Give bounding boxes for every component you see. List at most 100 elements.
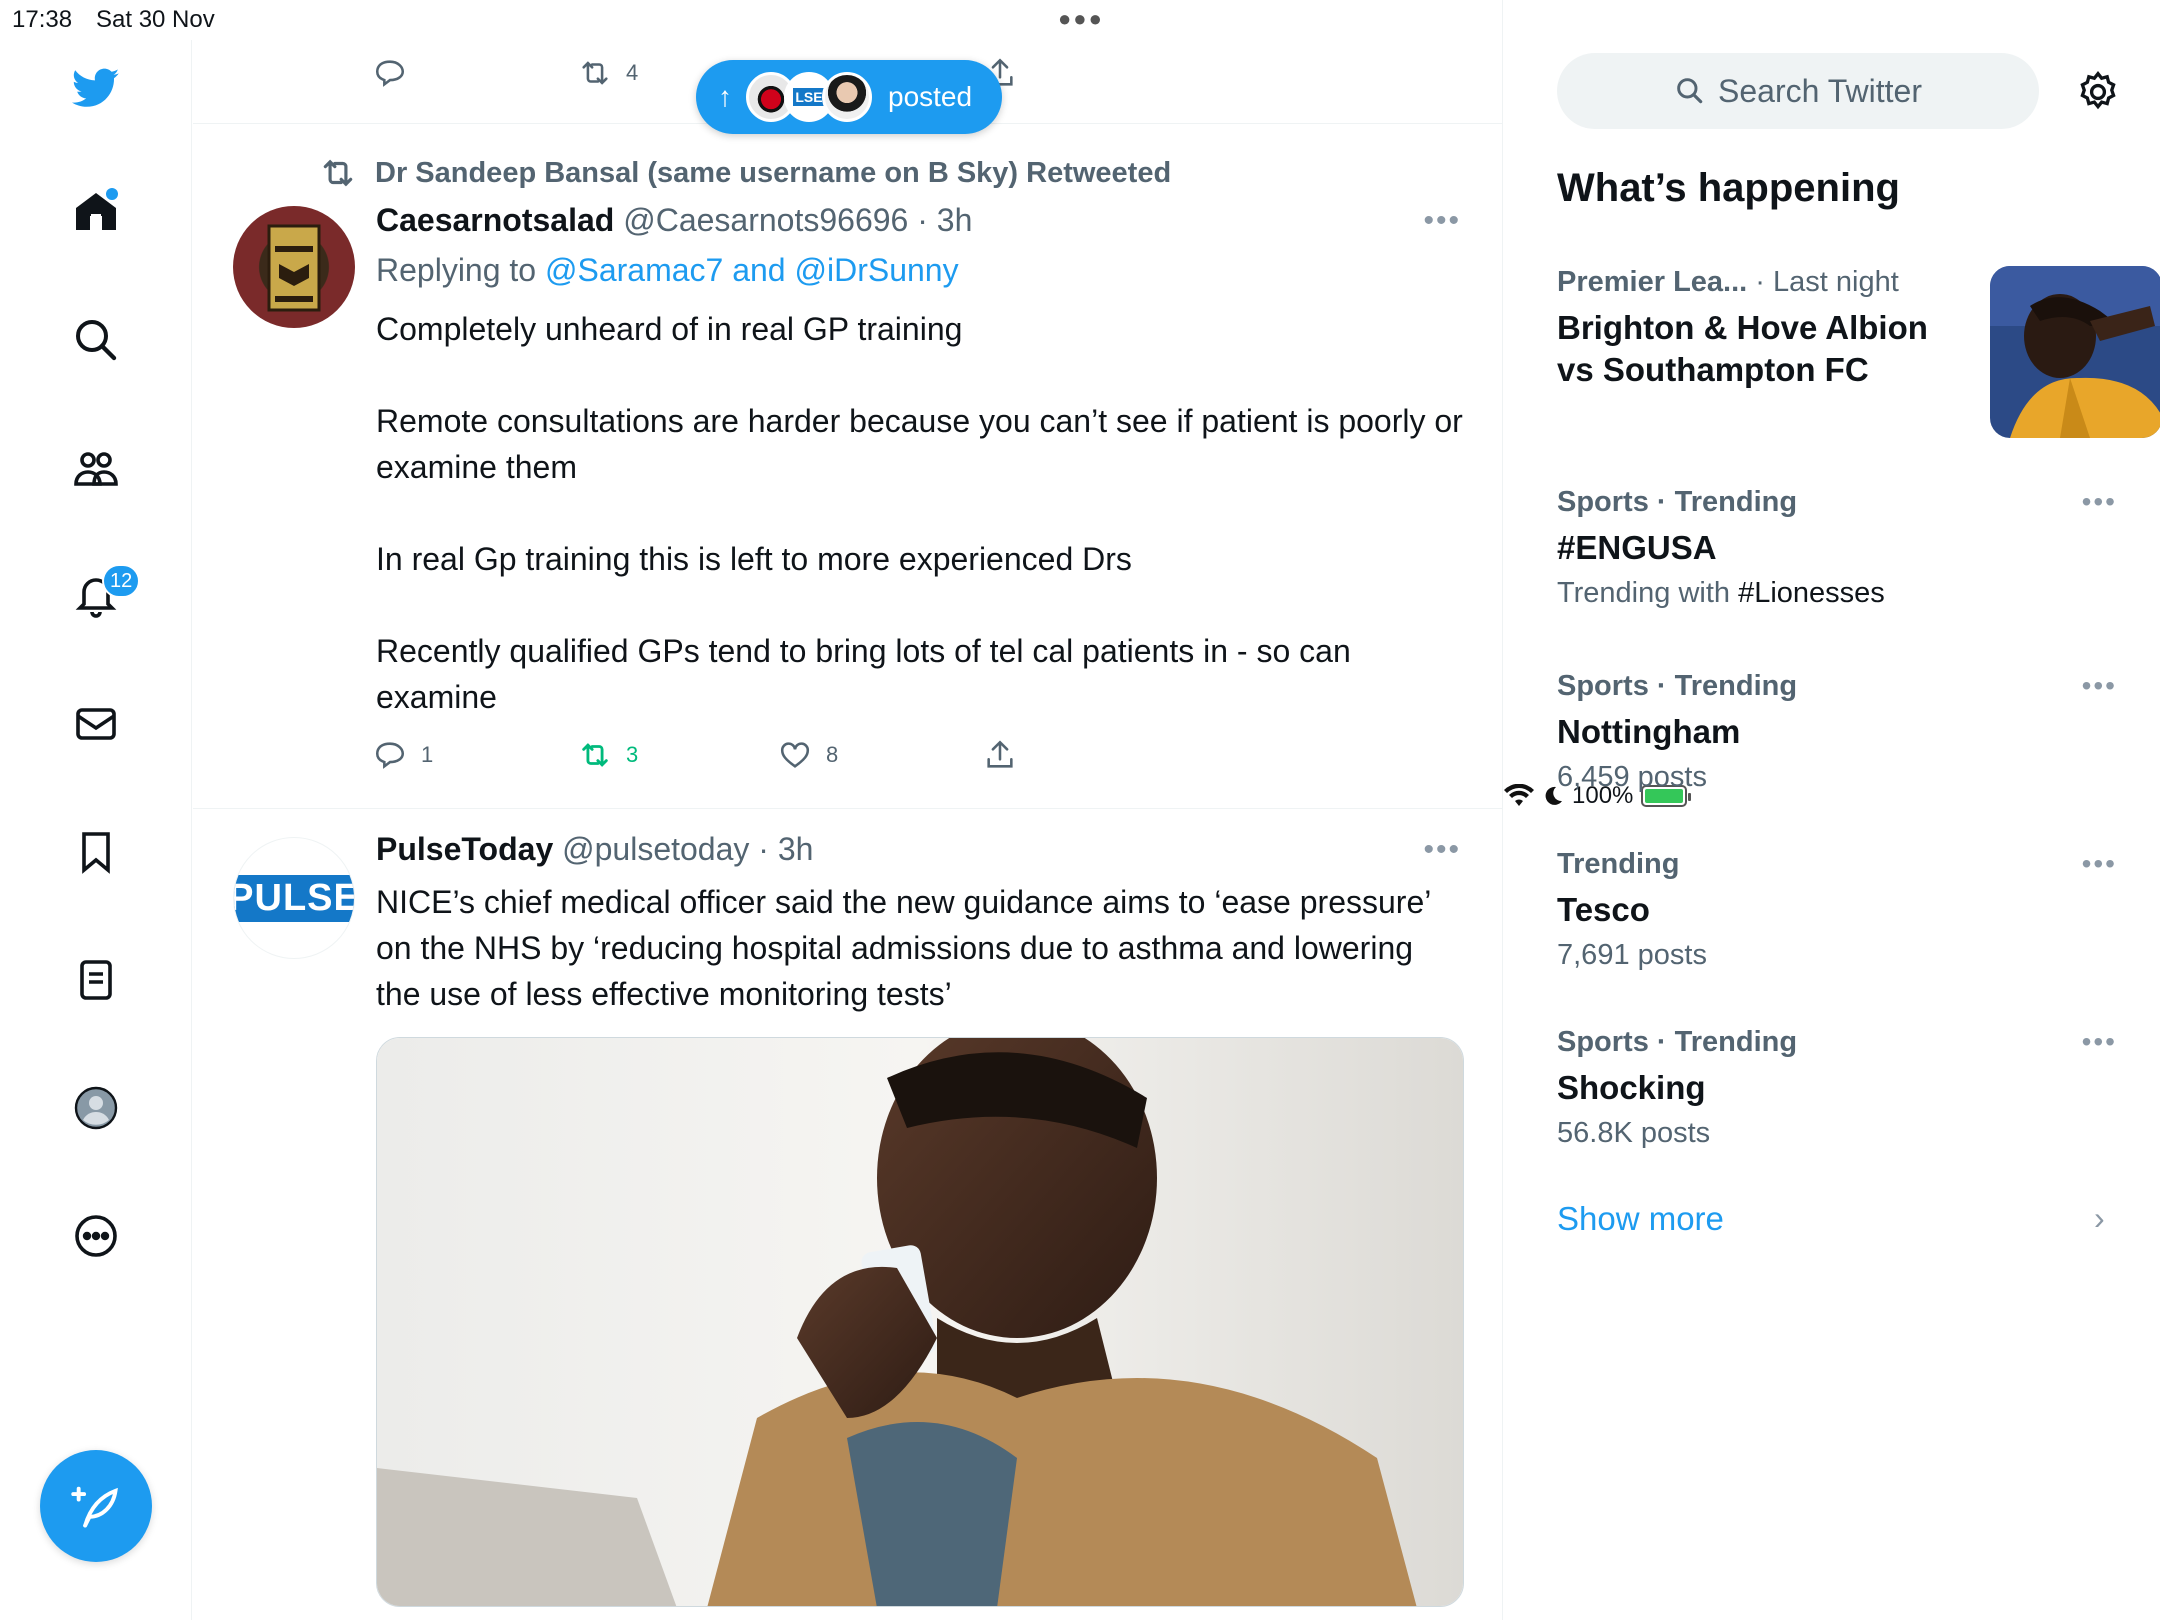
trend-category: Sports · Trending [1557,1026,1798,1058]
trend-time: · Last night [1755,266,1899,298]
reply-icon [375,742,405,769]
pulsetoday-avatar[interactable]: PULSE [233,837,355,959]
profile-avatar-icon[interactable] [60,1072,132,1144]
reply-icon [375,60,405,87]
trend-item[interactable]: Sports · Trending Nottingham 6,459 posts… [1557,670,2117,794]
replying-prefix: Replying to [376,252,545,288]
messages-icon[interactable] [60,688,132,760]
trend-sub: Trending with #Lionesses [1557,577,2117,610]
trend-more-icon[interactable]: ••• [2082,1026,2117,1058]
trend-meta: Sports · Trending [1557,486,2117,519]
notifications-badge: 12 [102,564,141,598]
lists-icon[interactable] [60,944,132,1016]
chevron-right-icon[interactable]: › [2094,1200,2105,1237]
trend-title: #ENGUSA [1557,529,1717,566]
tweet-media-image[interactable] [376,1037,1464,1607]
retweet-button[interactable]: 3 [578,738,638,772]
tweet-body: NICE’s chief medical officer said the ne… [376,884,1431,1012]
share-button[interactable] [983,738,1017,772]
twitter-logo-icon[interactable] [60,52,132,124]
tweet-header: PulseToday @pulsetoday · 3h [376,831,813,868]
share-icon [987,740,1013,768]
retweet-count: 4 [626,60,639,85]
trend-title: Shocking [1557,1069,1706,1106]
replying-to: Replying to @Saramac7 and @iDrSunny [376,252,959,289]
trend-item[interactable]: Premier Lea... · Last night Brighton & H… [1557,266,2160,438]
retweet-icon [582,61,608,85]
retweet-icon [582,743,608,767]
trend-title: Brighton & Hove Albion vs Southampton FC [1557,309,1928,388]
compose-feather-icon [71,1486,118,1528]
search-icon[interactable] [60,304,132,376]
tweet-paragraph: In real Gp training this is left to more… [376,541,1132,577]
notifications-icon[interactable]: 12 [60,560,141,632]
retweet-count: 3 [626,742,639,767]
tweet-paragraph: Recently qualified GPs tend to bring lot… [376,633,1351,715]
trend-thumbnail[interactable] [1990,266,2160,438]
author-handle-time[interactable]: @pulsetoday · 3h [562,831,813,867]
compose-tweet-button[interactable] [40,1450,152,1562]
trend-category: Premier Lea... [1557,266,1748,298]
trend-title: Nottingham [1557,713,1741,750]
search-placeholder: Search Twitter [1718,72,1922,109]
posted-label: posted [888,81,973,112]
show-more-link[interactable]: Show more [1557,1200,1724,1238]
trend-item[interactable]: Trending Tesco 7,691 posts ••• [1557,848,2117,972]
trend-sub-prefix: Trending with [1557,577,1739,609]
trend-more-icon[interactable]: ••• [2082,670,2117,702]
home-icon[interactable] [60,176,132,248]
tweet-header: Caesarnotsalad @Caesarnots96696 · 3h [376,202,972,239]
like-button[interactable]: 8 [778,738,838,772]
trend-meta: Trending [1557,848,2117,881]
trend-sub-hashtag[interactable]: #Lionesses [1738,577,1885,609]
author-handle-time[interactable]: @Caesarnots96696 · 3h [623,202,972,238]
arrow-up-icon: ↑ [718,81,732,112]
timeline: 4 ↑ LSE posted Dr Sandeep Bansal (same u… [193,0,1503,1620]
trend-sub: 7,691 posts [1557,939,1707,971]
reply-button[interactable]: 1 [373,738,433,772]
retweeted-by-line: Dr Sandeep Bansal (same username on B Sk… [319,154,1171,192]
new-posts-pill[interactable]: ↑ LSE posted [696,60,1002,134]
reply-count: 1 [421,742,434,767]
retweet-small-icon [323,159,353,187]
right-sidebar: Search Twitter What’s happening Premier … [1504,40,2160,1620]
trend-category: Trending [1557,848,1680,880]
bookmarks-icon[interactable] [60,816,132,888]
trend-sub: 56.8K posts [1557,1117,1711,1149]
trend-meta: Sports · Trending [1557,670,2117,703]
tweet-paragraph: Completely unheard of in real GP trainin… [376,311,963,347]
trend-more-icon[interactable]: ••• [2082,848,2117,880]
left-sidebar: 12 [0,40,192,1620]
search-icon [1677,78,1703,104]
pill-avatar-3 [822,72,872,122]
settings-gear-icon[interactable] [2076,70,2120,114]
replying-to-links[interactable]: @Saramac7 and @iDrSunny [545,252,959,288]
trend-title: Tesco [1557,891,1650,928]
tweet-more-icon[interactable]: ••• [1423,204,1461,238]
trend-category: Sports · Trending [1557,486,1798,518]
search-input[interactable]: Search Twitter [1557,53,2039,129]
communities-icon[interactable] [60,432,132,504]
trend-meta: Sports · Trending [1557,1026,2117,1059]
trend-category: Sports · Trending [1557,670,1798,702]
tweet-caesarnotsalad[interactable]: Dr Sandeep Bansal (same username on B Sk… [193,124,1502,809]
retweeted-by-text: Dr Sandeep Bansal (same username on B Sk… [375,156,1172,189]
more-icon[interactable] [60,1200,132,1272]
retweet-button[interactable]: 4 [578,56,638,90]
trend-item[interactable]: Sports · Trending #ENGUSA Trending with … [1557,486,2117,610]
author-name[interactable]: Caesarnotsalad [376,202,614,238]
pulse-logo: PULSE [234,874,354,922]
reply-button[interactable] [373,56,407,90]
like-count: 8 [826,742,839,767]
tweet-pulsetoday[interactable]: PULSE PulseToday @pulsetoday · 3h ••• NI… [193,809,1502,1620]
status-time: 17:38 [12,6,73,33]
author-name[interactable]: PulseToday [376,831,553,867]
caesarnotsalad-avatar[interactable] [233,206,355,328]
tweet-paragraph: Remote consultations are harder because … [376,403,1463,485]
trend-item[interactable]: Sports · Trending Shocking 56.8K posts •… [1557,1026,2117,1150]
trend-more-icon[interactable]: ••• [2082,486,2117,518]
whats-happening-title: What’s happening [1557,166,1900,210]
tweet-body: Completely unheard of in real GP trainin… [376,306,1466,720]
tweet-more-icon[interactable]: ••• [1423,833,1461,867]
heart-icon [780,742,810,768]
